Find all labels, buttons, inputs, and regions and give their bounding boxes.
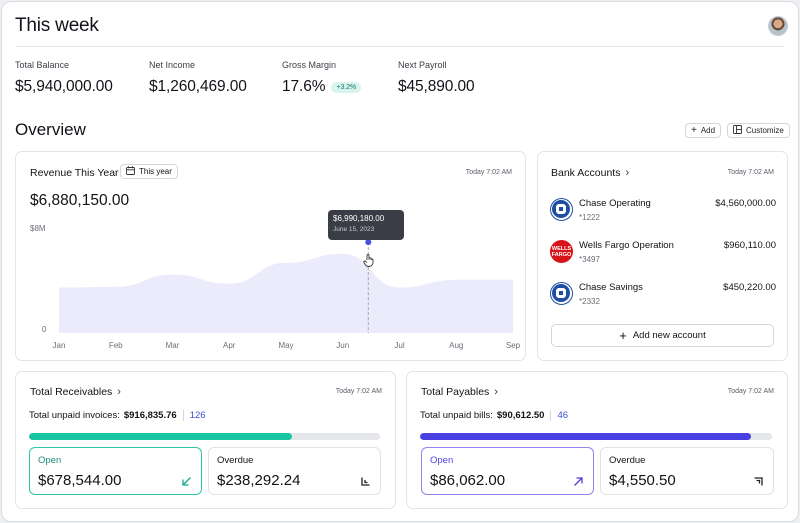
bank-name: Chase Operating (579, 198, 651, 209)
stat-label: Gross Margin (282, 60, 337, 70)
chevron-right-icon: › (494, 386, 498, 398)
revenue-area (59, 253, 513, 333)
dashboard-window: This week Total Balance $5,940,000.00 Ne… (1, 1, 799, 522)
box-value: $238,292.24 (217, 472, 301, 489)
box-label: Open (430, 455, 454, 466)
stat-label: Next Payroll (398, 60, 447, 70)
box-value: $86,062.00 (430, 472, 506, 489)
receivables-progress-bar (29, 433, 380, 440)
payables-card: Total Payables › Today 7:02 AM Total unpa… (406, 371, 788, 509)
tooltip-value: $6,990,180.00 (333, 214, 385, 223)
arrow-up-right-icon (573, 476, 584, 490)
add-button[interactable]: + Add (685, 123, 722, 138)
arrow-down-left-icon (181, 476, 192, 490)
divider (15, 46, 785, 47)
receivables-title[interactable]: Total Receivables › (30, 386, 121, 398)
x-tick-label: Jun (336, 341, 350, 350)
stat-next-payroll: Next Payroll $45,890.00 (398, 60, 475, 96)
bank-account-row[interactable]: Chase Operating *1222 $4,560,000.00 (550, 196, 776, 228)
corner-up-right-icon (753, 476, 764, 490)
hand-cursor-icon (363, 254, 375, 270)
chevron-right-icon: › (625, 167, 630, 179)
box-value: $678,544.00 (38, 472, 122, 489)
y-tick-label: 0 (42, 325, 47, 334)
stat-value: $5,940,000.00 (15, 78, 113, 95)
account-number: *1222 (579, 213, 600, 222)
timestamp: Today 7:02 AM (727, 388, 774, 395)
x-tick-label: Feb (108, 341, 123, 350)
section-title-overview: Overview (15, 120, 86, 139)
box-label: Overdue (217, 455, 254, 466)
add-account-label: Add new account (632, 330, 706, 341)
chase-logo-icon (550, 198, 573, 221)
stat-value: $1,260,469.00 (149, 78, 247, 95)
payables-summary: Total unpaid bills: $90,612.50 46 (420, 410, 569, 421)
plus-icon: + (691, 124, 697, 136)
add-account-button[interactable]: + Add new account (551, 324, 774, 347)
overdue-receivables-box[interactable]: Overdue $238,292.24 (208, 447, 381, 495)
stat-gross-margin: Gross Margin 17.6% +3.2% (282, 60, 361, 96)
open-receivables-box[interactable]: Open $678,544.00 (29, 447, 202, 495)
progress-fill (420, 433, 751, 440)
revenue-card: Revenue This Year This year Today 7:02 A… (15, 151, 526, 361)
bank-accounts-card: Bank Accounts › Today 7:02 AM Chase Opera… (537, 151, 788, 361)
x-tick-label: Sep (505, 341, 521, 350)
corner-down-left-icon (360, 476, 371, 490)
page-title: This week (15, 15, 99, 36)
stat-label: Net Income (149, 60, 196, 70)
payables-title[interactable]: Total Payables › (421, 386, 498, 398)
x-tick-label: May (278, 341, 294, 350)
x-tick-label: Mar (165, 341, 180, 350)
x-tick-label: Jan (52, 341, 66, 350)
account-number: *3497 (579, 255, 600, 264)
layout-icon (733, 125, 742, 136)
summary-amount: $916,835.76 (123, 410, 177, 421)
stat-net-income: Net Income $1,260,469.00 (149, 60, 247, 96)
timestamp: Today 7:02 AM (727, 169, 774, 176)
plus-icon: + (619, 328, 627, 343)
open-payables-box[interactable]: Open $86,062.00 (421, 447, 594, 495)
bank-balance: $960,110.00 (723, 240, 776, 251)
wells-fargo-logo-icon: WELLS FARGO (550, 240, 573, 263)
receivables-card: Total Receivables › Today 7:02 AM Total u… (15, 371, 396, 509)
chevron-right-icon: › (117, 386, 121, 398)
invoice-count[interactable]: 126 (182, 410, 206, 421)
bank-balance: $450,220.00 (723, 282, 776, 293)
chase-logo-icon (550, 282, 573, 305)
tooltip-date: June 15, 2023 (333, 226, 375, 233)
chart-tooltip: $6,990,180.00 June 15, 2023 (328, 210, 404, 240)
customize-button[interactable]: Customize (727, 123, 790, 138)
box-label: Overdue (609, 455, 646, 466)
progress-fill (29, 433, 293, 440)
timestamp: Today 7:02 AM (335, 388, 382, 395)
x-tick-label: Aug (449, 341, 464, 350)
summary-amount: $90,612.50 (496, 410, 545, 421)
change-badge: +3.2% (331, 81, 361, 93)
stat-value: $45,890.00 (398, 78, 475, 95)
bank-name: Wells Fargo Operation (579, 240, 674, 251)
bank-balance: $4,560,000.00 (715, 198, 776, 209)
bank-account-row[interactable]: Chase Savings *2332 $450,220.00 (550, 280, 776, 312)
y-tick-label: $8M (30, 224, 46, 233)
bill-count[interactable]: 46 (550, 410, 568, 421)
add-button-label: Add (700, 126, 716, 135)
account-number: *2332 (579, 297, 600, 306)
x-tick-label: Apr (223, 341, 236, 350)
box-label: Open (38, 455, 62, 466)
receivables-summary: Total unpaid invoices: $916,835.76 126 (29, 410, 206, 421)
avatar[interactable] (768, 16, 788, 36)
bank-name: Chase Savings (579, 282, 643, 293)
box-value: $4,550.50 (609, 472, 676, 489)
customize-button-label: Customize (746, 126, 784, 135)
overdue-payables-box[interactable]: Overdue $4,550.50 (600, 447, 774, 495)
payables-progress-bar (420, 433, 772, 440)
stat-label: Total Balance (15, 60, 70, 70)
bank-account-row[interactable]: WELLS FARGO Wells Fargo Operation *3497 $… (550, 238, 776, 270)
x-tick-label: Jul (394, 341, 405, 350)
stat-value: 17.6% +3.2% (282, 78, 361, 96)
highlight-point[interactable] (365, 239, 372, 246)
revenue-chart (59, 239, 513, 333)
stat-total-balance: Total Balance $5,940,000.00 (15, 60, 113, 96)
bank-accounts-title[interactable]: Bank Accounts › (551, 167, 629, 179)
